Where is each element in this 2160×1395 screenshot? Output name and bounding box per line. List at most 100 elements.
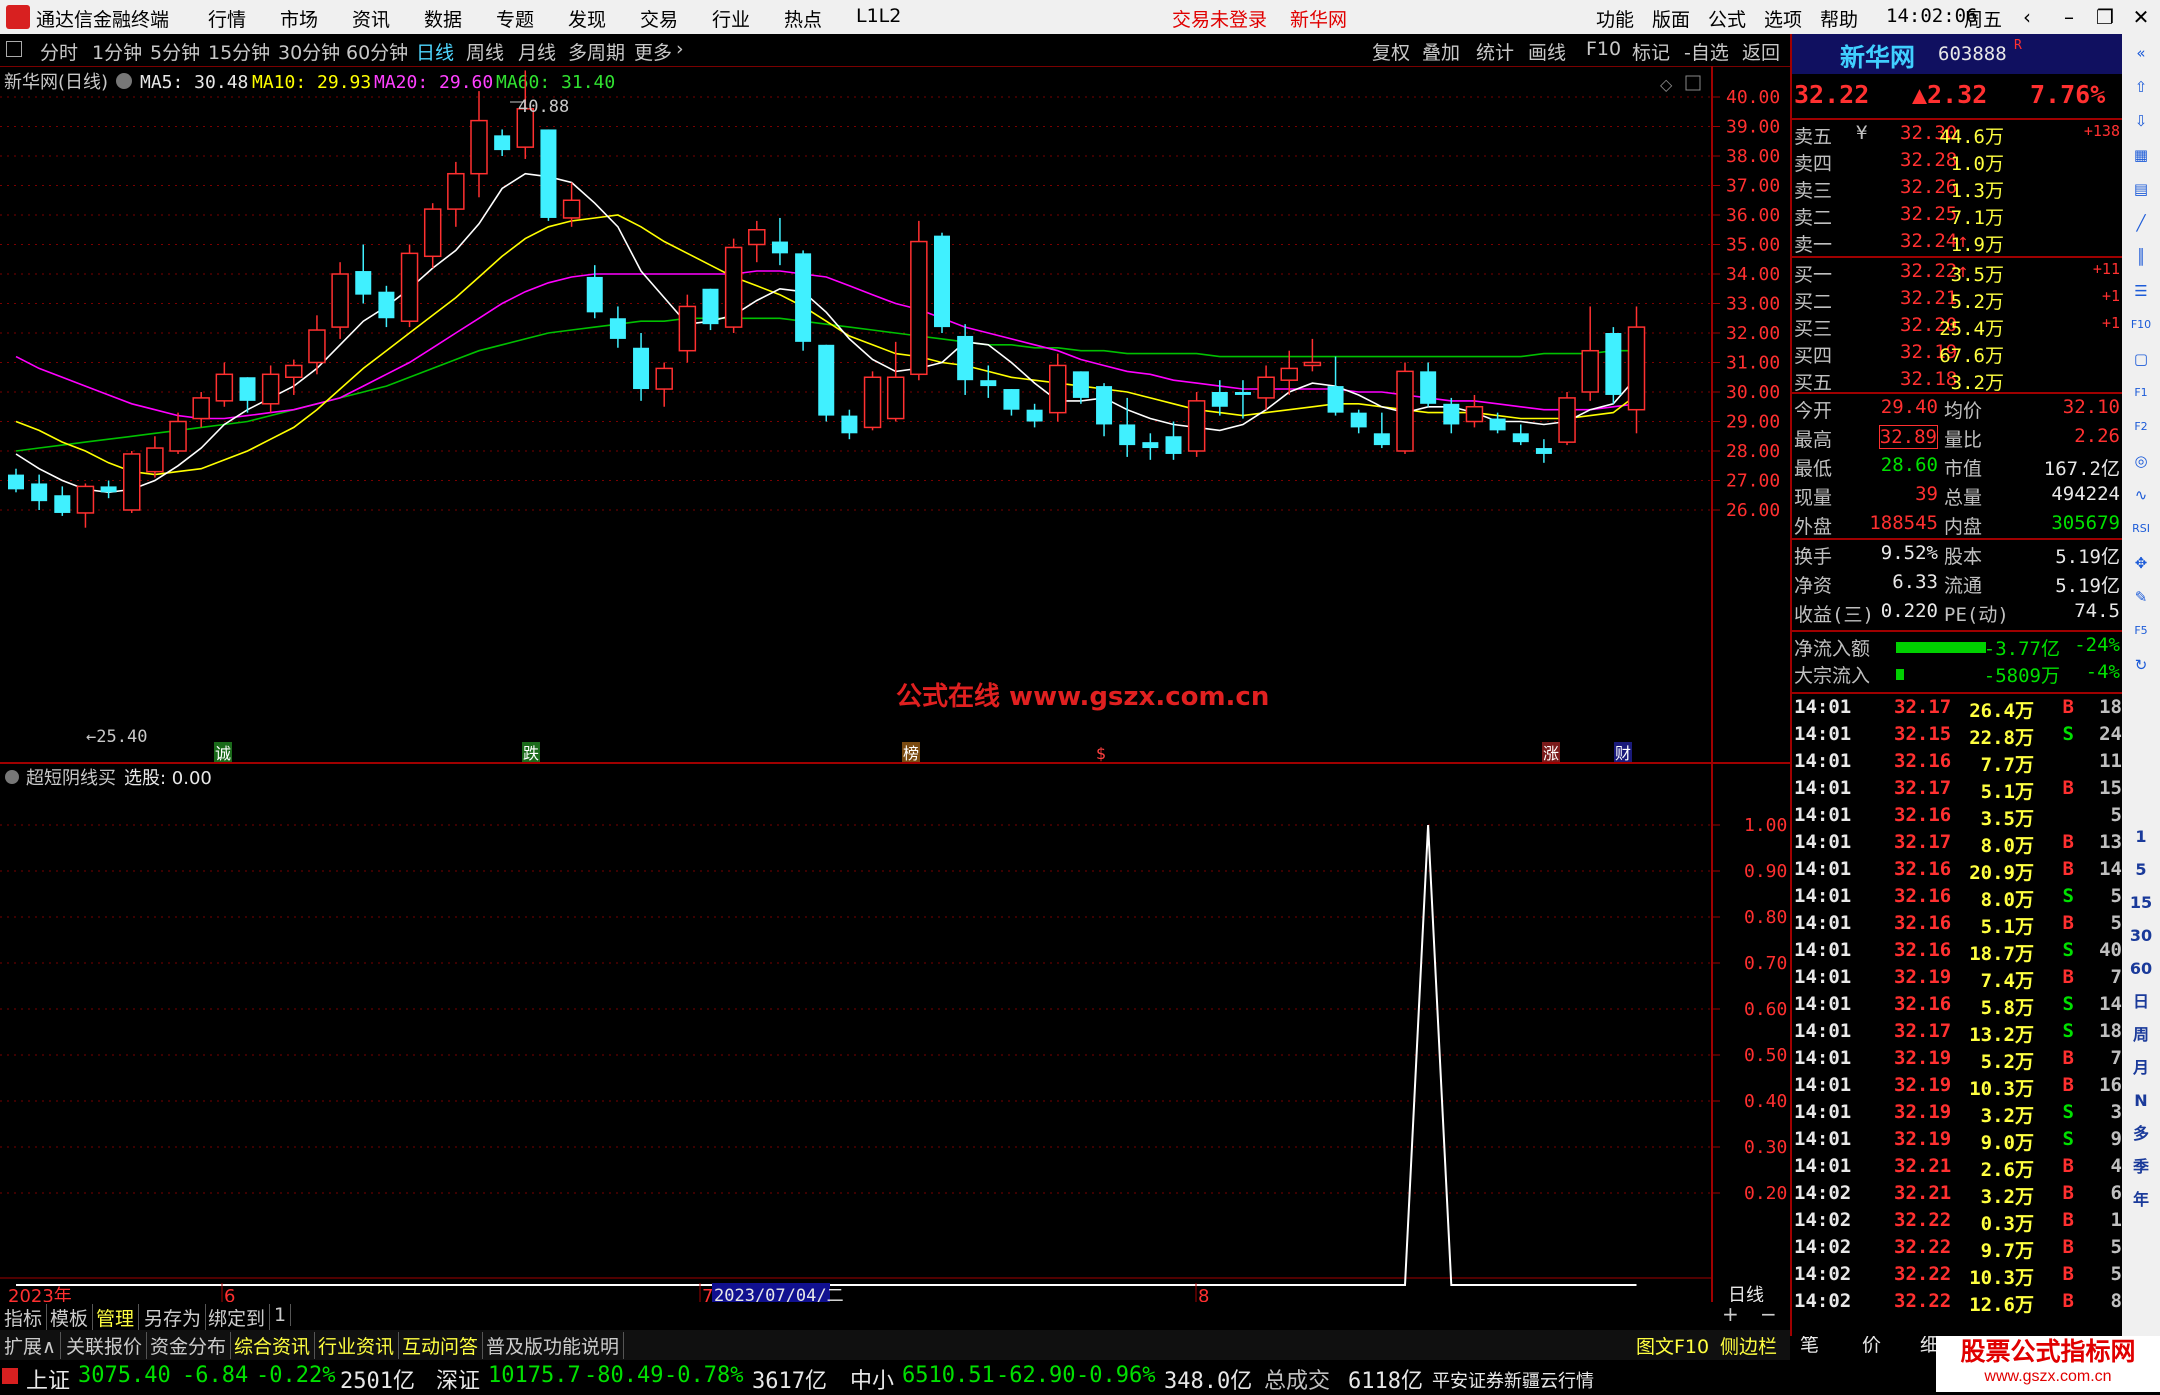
candle[interactable] [400,244,419,328]
index-sz-name[interactable]: 深证 [436,1363,480,1395]
btn-fuquan[interactable]: 复权 [1372,38,1410,65]
sidebar-period-8[interactable]: N [2128,1088,2154,1114]
tick-row[interactable]: 14:01 32.16 5.8万 S 14 [1792,993,2124,1020]
candle[interactable] [724,238,743,333]
event-mark-dollar[interactable]: $ [1096,744,1106,763]
sidebar-period-10[interactable]: 季 [2128,1154,2154,1180]
candle[interactable] [609,306,626,348]
candle[interactable] [215,362,234,407]
menu-zixun[interactable]: 资讯 [352,5,390,32]
tab-help[interactable]: 普及版功能说明 [482,1332,625,1359]
candle[interactable] [1026,403,1043,428]
ask-row[interactable]: 卖四 32.28 1.0万 [1792,149,2124,176]
candle[interactable] [355,244,372,304]
restore-icon[interactable]: ❐ [2090,2,2120,32]
bid-row[interactable]: 买五 32.18 3.2万 [1792,368,2124,395]
candle[interactable] [494,129,511,156]
circle-icon[interactable]: ◎ [2128,448,2154,474]
candle[interactable] [423,203,442,269]
refresh-icon[interactable]: ↻ [2128,652,2154,678]
menu-hangqing[interactable]: 行情 [208,5,246,32]
candle[interactable] [1465,394,1484,428]
tick-row[interactable]: 14:01 32.19 3.2万 S 3 [1792,1101,2124,1128]
collapse-icon[interactable]: « [2128,40,2154,66]
tick-row[interactable]: 14:02 32.22 10.3万 B 5 [1792,1263,2124,1290]
candle[interactable] [1187,392,1206,457]
tick-row[interactable]: 14:01 32.16 18.7万 S 40 [1792,939,2124,966]
candle[interactable] [1303,338,1322,372]
candle[interactable] [795,250,812,351]
f10-icon[interactable]: F10 [2128,312,2154,338]
candle[interactable] [1605,327,1622,404]
period-more[interactable]: 更多 [634,38,672,65]
menu-banmian[interactable]: 版面 [1652,5,1690,32]
period-5min[interactable]: 5分钟 [150,38,200,65]
period-fenshi[interactable]: 分时 [40,38,78,65]
tab-news[interactable]: 综合资讯 [230,1332,316,1359]
candle[interactable] [1165,421,1182,460]
bid-row[interactable]: 买三 32.20 25.4万 +1 [1792,314,2124,341]
stat-row[interactable]: 最低 28.60 市值 167.2亿 [1792,454,2124,481]
period-1min[interactable]: 1分钟 [92,38,142,65]
ma-settings-icon[interactable] [116,73,132,89]
candle[interactable] [1234,380,1251,419]
indicator-chart[interactable]: 超短阴线买 选股: 0.00 1.00 0.90 0.80 0.70 0.60 0.50 0… [0,765,1790,1302]
menu-hangye[interactable]: 行业 [712,5,750,32]
sidebar-period-7[interactable]: 月 [2128,1055,2154,1081]
tick-row[interactable]: 14:01 32.16 5.1万 B 5 [1792,912,2124,939]
trade-status[interactable]: 交易未登录 [1172,5,1267,32]
candle[interactable] [1420,362,1437,407]
tick-row[interactable]: 14:02 32.22 0.3万 B 1 [1792,1209,2124,1236]
menu-shuju[interactable]: 数据 [424,5,462,32]
candle[interactable] [1581,306,1599,401]
rsi-icon[interactable]: RSI [2128,516,2154,542]
candle[interactable] [1512,424,1529,446]
candle[interactable] [192,392,210,428]
candle[interactable] [1558,392,1576,446]
diamond-icon[interactable]: ◇ [1660,75,1673,94]
tab-lingcunwei[interactable]: 另存为 [140,1304,207,1331]
chevron-right-icon[interactable]: › [676,38,684,60]
candle[interactable] [633,333,650,401]
tab-bangdingdao[interactable]: 绑定到 [204,1304,271,1331]
sidebar-period-9[interactable]: 多 [2128,1121,2154,1147]
sidebar-period-0[interactable]: 1 [2128,824,2154,850]
candle[interactable] [1003,389,1020,416]
stat-row[interactable]: 现量 39 总量 494224 [1792,483,2124,510]
index-sh-name[interactable]: 上证 [26,1363,70,1395]
tick-row[interactable]: 14:01 32.16 3.5万 5 [1792,804,2124,831]
flow-row[interactable]: 大宗流入 -5809万 -4% [1792,661,2124,688]
bid-row[interactable]: 买二 32.21 5.2万 +1 [1792,287,2124,314]
event-mark-zhang[interactable]: 涨 [1543,744,1559,763]
panel-toggle-icon[interactable] [1685,75,1701,91]
stat-row[interactable]: 净资 6.33 流通 5.19亿 [1792,571,2124,598]
event-mark-cai[interactable]: 财 [1615,744,1631,763]
ask-row[interactable]: 卖五 ¥32.30 44.6万 +138 [1792,122,2124,149]
candle[interactable] [470,91,488,198]
btn-huaxian[interactable]: 画线 [1528,38,1566,65]
period-15min[interactable]: 15分钟 [208,38,270,65]
tab-bind-slot[interactable]: 1 [270,1304,292,1326]
f2-icon[interactable]: F2 [2128,414,2154,440]
candle[interactable] [841,409,858,440]
event-mark-die[interactable]: 跌 [523,744,539,763]
tick-row[interactable]: 14:01 32.16 8.0万 S 5 [1792,885,2124,912]
tick-row[interactable]: 14:01 32.15 22.8万 S 24 [1792,723,2124,750]
tab-expand[interactable]: 扩展∧ [0,1332,61,1359]
chart-icon[interactable]: ╱ [2128,210,2154,236]
btn-tongji[interactable]: 统计 [1476,38,1514,65]
candle[interactable] [261,365,280,413]
candle[interactable] [1049,353,1067,422]
candle[interactable] [1396,362,1414,454]
f5-icon[interactable]: F5 [2128,618,2154,644]
tab-industry-news[interactable]: 行业资讯 [314,1332,400,1359]
tick-row[interactable]: 14:01 32.19 7.4万 B 7 [1792,966,2124,993]
zoom-out-icon[interactable]: − [1760,1302,1777,1326]
indicator-settings-icon[interactable] [5,770,19,784]
candle[interactable] [1327,356,1344,416]
tick-row[interactable]: 14:01 32.17 26.4万 B 18 [1792,696,2124,723]
candle[interactable] [771,217,788,266]
candle[interactable] [540,129,557,221]
btn-f10[interactable]: F10 [1586,38,1621,60]
period-monthly[interactable]: 月线 [518,38,556,65]
